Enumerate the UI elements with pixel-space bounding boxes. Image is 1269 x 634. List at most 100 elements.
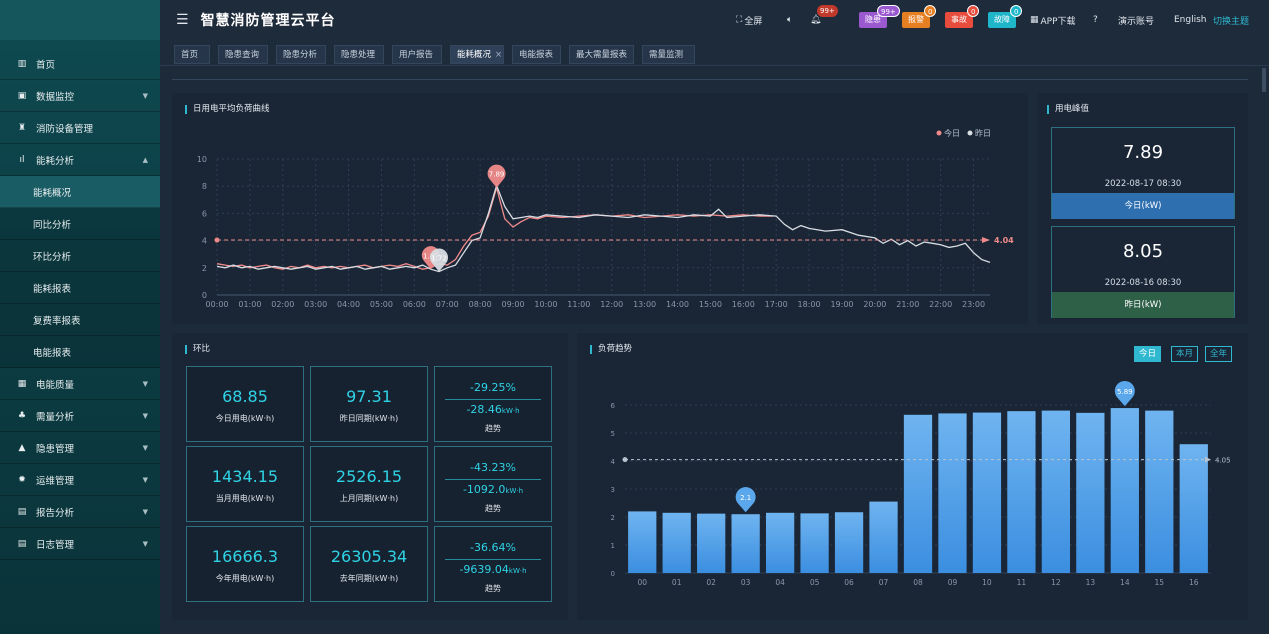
trend-percent: -36.64% [470, 541, 516, 554]
tab-8[interactable]: 需量监测 [642, 45, 695, 64]
tab-1[interactable]: 隐患查询 [218, 45, 268, 64]
mark-line-start-dot [622, 457, 628, 463]
range-button-1[interactable]: 本月 [1171, 346, 1199, 362]
menu-toggle-icon[interactable]: ☰ [176, 12, 189, 28]
trend-diff-value: -9639.04 [459, 563, 509, 576]
previous-usage-card: 97.31 昨日同期(kW·h) [310, 366, 428, 442]
trend-label: 趋势 [485, 424, 501, 433]
value-marker-label: 2.1 [740, 494, 751, 502]
x-tick-label: 13 [1086, 578, 1096, 587]
theme-switch-button[interactable]: 切换主题 [1213, 0, 1249, 40]
legend-label-yesterday: 昨日 [975, 128, 991, 138]
tab-3[interactable]: 隐患处理 [334, 45, 384, 64]
bar-09 [938, 413, 967, 573]
previous-usage-card-label: 上月同期(kW·h) [339, 494, 399, 503]
huanbi-title: 环比 [185, 345, 210, 354]
legend-dot-today [936, 130, 942, 136]
chevron-down-icon: ▼ [142, 91, 148, 100]
x-tick-label: 06:00 [403, 300, 426, 309]
sidebar-subitem-3[interactable]: 能耗报表 [0, 272, 160, 304]
sidebar-subitem-0[interactable]: 能耗概况 [0, 176, 160, 208]
peak-yesterday-value: 8.05 [1122, 241, 1164, 262]
sidebar-item-3[interactable]: ıl 能耗分析 ▲ [0, 144, 160, 176]
fullscreen-icon: ⛶ [736, 15, 743, 25]
tab-label: 能耗概况 [457, 50, 492, 60]
sidebar-item-0[interactable]: ▥ 首页 [0, 48, 160, 80]
range-button-2[interactable]: 全年 [1205, 346, 1233, 362]
x-tick-label: 18:00 [798, 300, 821, 309]
current-usage-card: 1434.15 当月用电(kW·h) [186, 446, 304, 522]
x-tick-label: 17:00 [765, 300, 788, 309]
previous-usage-card: 26305.34 去年同期(kW·h) [310, 526, 428, 602]
legend-dot-yesterday [967, 130, 973, 136]
bar-15 [1145, 410, 1174, 573]
tag-count-badge: 99+ [877, 5, 900, 17]
sidebar-item-8[interactable]: ▤ 报告分析 ▼ [0, 496, 160, 528]
fullscreen-button[interactable]: ⛶ 全屏 [736, 0, 762, 40]
y-tick-label: 0 [611, 570, 615, 578]
sidebar-subitem-4[interactable]: 复费率报表 [0, 304, 160, 336]
peak-title: 用电峰值 [1047, 105, 1089, 114]
sidebar-subitem-5[interactable]: 电能报表 [0, 336, 160, 368]
current-usage-card-label: 今年用电(kW·h) [215, 574, 275, 583]
tab-0[interactable]: 首页 [174, 45, 210, 64]
y-tick-label: 0 [202, 291, 207, 300]
previous-usage-card-value: 97.31 [346, 387, 392, 406]
logo-area [0, 0, 160, 40]
close-icon[interactable]: × [495, 50, 502, 60]
language-button[interactable]: English [1174, 0, 1207, 40]
sidebar-subitem-1[interactable]: 同比分析 [0, 208, 160, 240]
trend-divider [445, 559, 541, 560]
tab-label: 电能报表 [519, 50, 554, 60]
mark-line-label: 4.05 [1215, 457, 1231, 465]
current-usage-card-value: 68.85 [222, 387, 268, 406]
trend-diff-value: -28.46 [466, 403, 502, 416]
sidebar-item-9[interactable]: ▤ 日志管理 ▼ [0, 528, 160, 560]
mark-line-start-dot [214, 237, 220, 243]
sidebar-item-2[interactable]: ♜ 消防设备管理 [0, 112, 160, 144]
account-button[interactable]: 演示账号 [1118, 0, 1154, 40]
y-tick-label: 2 [202, 264, 207, 273]
mute-icon[interactable]: 🔈︎ [787, 0, 792, 40]
trend-card: -43.23% -1092.0kW·h 趋势 [434, 446, 552, 522]
sidebar-subitem-2[interactable]: 环比分析 [0, 240, 160, 272]
tab-5[interactable]: 能耗概况 × [450, 45, 504, 64]
sidebar-item-5[interactable]: ♣ 需量分析 ▼ [0, 400, 160, 432]
tab-7[interactable]: 最大需量报表 [569, 45, 634, 64]
current-usage-card: 16666.3 今年用电(kW·h) [186, 526, 304, 602]
notification-badge: 99+ [817, 5, 838, 17]
tab-label: 需量监测 [649, 50, 684, 60]
sidebar-item-6[interactable]: ▲ 隐患管理 ▼ [0, 432, 160, 464]
chevron-down-icon: ▼ [142, 539, 148, 548]
load-curve-panel: 日用电平均负荷曲线 0 2 4 6 8 10 00:00 01:00 02:00 03:00 04:… [172, 93, 1028, 324]
tab-6[interactable]: 电能报表 [512, 45, 561, 64]
chevron-up-icon: ▲ [142, 155, 148, 164]
x-tick-label: 13:00 [633, 300, 656, 309]
x-tick-label: 19:00 [830, 300, 853, 309]
content-strip [172, 68, 1248, 80]
scrollbar[interactable] [1262, 68, 1266, 92]
mark-line-arrow [1205, 456, 1211, 463]
bar-16 [1179, 444, 1208, 573]
sidebar-item-7[interactable]: ✹ 运维管理 ▼ [0, 464, 160, 496]
x-tick-label: 09 [948, 578, 958, 587]
range-button-0[interactable]: 今日 [1134, 346, 1162, 362]
sidebar-item-1[interactable]: ▣ 数据监控 ▼ [0, 80, 160, 112]
x-tick-label: 14 [1120, 578, 1130, 587]
help-icon[interactable]: ? [1093, 0, 1098, 40]
mark-line-arrow [982, 237, 990, 244]
y-tick-label: 8 [202, 182, 207, 191]
chevron-down-icon: ▼ [142, 443, 148, 452]
peak-yesterday-time: 2022-08-16 08:30 [1104, 278, 1182, 288]
sidebar-item-4[interactable]: ▦ 电能质量 ▼ [0, 368, 160, 400]
x-tick-label: 02 [706, 578, 716, 587]
tab-4[interactable]: 用户报告 [392, 45, 442, 64]
value-marker-label: 1.72 [431, 255, 447, 263]
y-tick-label: 10 [197, 155, 207, 164]
x-tick-label: 10:00 [534, 300, 557, 309]
x-tick-label: 21:00 [896, 300, 919, 309]
sidebar-item-label: 运维管理 [36, 475, 75, 487]
app-download-button[interactable]: ▦ APP下载 [1030, 0, 1076, 40]
tab-2[interactable]: 隐患分析 [276, 45, 326, 64]
trend-label: 趋势 [485, 504, 501, 513]
